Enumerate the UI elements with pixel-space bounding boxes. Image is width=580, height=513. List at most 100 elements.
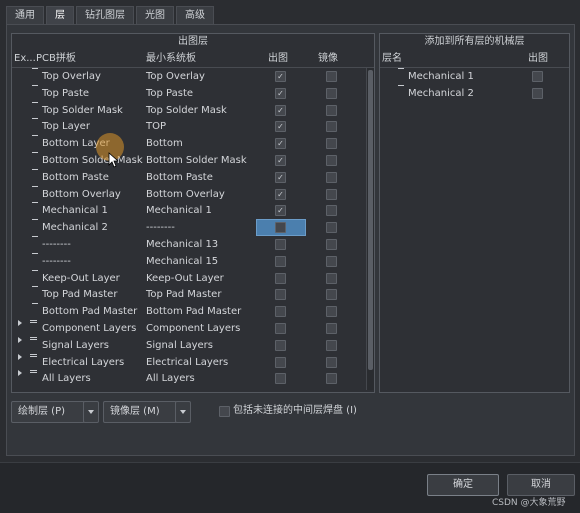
mirror-checkbox[interactable] [326,272,337,284]
plot-checkbox[interactable]: ✓ [275,71,286,82]
tab-1[interactable]: 层 [46,6,74,24]
table-row[interactable]: Signal Layers Signal Layers [12,336,364,354]
plot-checkbox[interactable] [275,339,286,351]
plot-checkbox[interactable]: ✓ [275,104,286,116]
mechanical-layer-name: Mechanical 1 [408,71,474,82]
table-row[interactable]: Electrical Layers Electrical Layers [12,353,364,371]
mirror-checkbox[interactable] [326,356,337,368]
plot-checkbox[interactable]: ✓ [275,188,286,200]
mirror-checkbox[interactable] [326,373,337,385]
ok-button[interactable]: 确定 [427,474,499,496]
table-row[interactable]: Keep-Out Layer Keep-Out Layer [12,269,364,287]
plot-checkbox[interactable]: ✓ [275,171,286,183]
pcb-layer-name: Electrical Layers [42,356,125,368]
table-row[interactable]: Top Pad Master Top Pad Master [12,286,364,303]
plot-checkbox[interactable] [275,255,286,267]
table-row[interactable]: Component Layers Component Layers [12,320,364,337]
plot-checkbox[interactable] [275,323,286,334]
plot-checkbox[interactable]: ✓ [275,87,286,99]
table-row[interactable]: Mechanical 1 [380,68,567,85]
min-layer-name: All Layers [146,373,195,385]
table-row[interactable]: Top Paste Top Paste ✓ [12,84,364,102]
plot-checkbox[interactable] [532,71,543,82]
plot-checkbox[interactable] [275,306,286,318]
mirror-checkbox[interactable] [326,188,337,200]
mirror-checkbox[interactable] [326,71,337,82]
min-layer-name: Component Layers [146,323,241,334]
mirror-checkbox[interactable] [326,323,337,334]
plot-checkbox[interactable] [275,272,286,284]
tab-2[interactable]: 钻孔图层 [76,6,134,24]
plot-checkbox[interactable]: ✓ [275,155,286,166]
plot-checkbox[interactable] [275,356,286,368]
tab-3[interactable]: 光图 [136,6,174,24]
plot-checkbox[interactable] [275,239,286,250]
pcb-layer-name: -------- [42,255,71,267]
plot-checkbox[interactable]: ✓ [275,138,286,150]
table-row[interactable]: Top Solder Mask Top Solder Mask ✓ [12,101,364,119]
plot-layers-dropdown[interactable] [83,401,99,423]
plot-checkbox[interactable]: ✓ [275,205,286,217]
table-row[interactable]: Mechanical 2 -------- [12,219,364,237]
table-row[interactable]: Bottom Paste Bottom Paste ✓ [12,168,364,186]
ok-label: 确定 [453,479,473,490]
table-row[interactable]: Mechanical 2 [380,85,567,102]
table-row[interactable]: Top Layer TOP ✓ [12,118,364,135]
plot-checkbox[interactable] [275,289,286,301]
mirror-checkbox[interactable] [326,104,337,116]
cancel-button[interactable]: 取消 [507,474,575,496]
plot-checkbox[interactable] [532,88,543,99]
mirror-layers-button[interactable]: 镜像层 (M) [103,401,177,423]
min-layer-name: Top Paste [146,87,194,99]
plot-checkbox[interactable]: ✓ [275,121,286,133]
mirror-checkbox[interactable] [326,155,337,166]
mirror-checkbox[interactable] [326,138,337,150]
mirror-checkbox[interactable] [326,255,337,267]
header-min: 最小系统板 [146,53,196,64]
table-row[interactable]: Mechanical 1 Mechanical 1 ✓ [12,202,364,219]
table-row[interactable]: -------- Mechanical 15 [12,252,364,270]
header-plot: 出图 [268,53,288,64]
table-row[interactable]: Bottom Layer Bottom ✓ [12,135,364,152]
include-unconnected-checkbox[interactable] [219,406,230,417]
table-row[interactable]: Bottom Solder Mask Bottom Solder Mask ✓ [12,152,364,169]
mirror-checkbox[interactable] [326,222,337,234]
table-row[interactable]: Top Overlay Top Overlay ✓ [12,68,364,85]
min-layer-name: Mechanical 13 [146,239,219,250]
mirror-checkbox[interactable] [326,239,337,250]
expand-arrow-icon[interactable] [18,336,22,343]
mirror-checkbox[interactable] [326,205,337,217]
header-mirror: 镜像 [318,53,338,64]
table-row[interactable]: All Layers All Layers [12,370,364,387]
pcb-layer-name: Bottom Solder Mask [42,155,143,166]
expand-arrow-icon[interactable] [18,320,22,326]
plot-checkbox[interactable] [275,222,286,234]
table-row[interactable]: Bottom Pad Master Bottom Pad Master [12,303,364,320]
mouse-cursor-icon [108,152,118,168]
cancel-label: 取消 [531,479,551,490]
plot-checkbox[interactable] [275,373,286,385]
table-row[interactable]: Bottom Overlay Bottom Overlay ✓ [12,185,364,203]
plot-layers-button[interactable]: 绘制层 (P) [11,401,85,423]
mirror-checkbox[interactable] [326,339,337,351]
mirror-checkbox[interactable] [326,289,337,301]
min-layer-name: Mechanical 1 [146,205,212,217]
mirror-checkbox[interactable] [326,87,337,99]
mirror-checkbox[interactable] [326,171,337,183]
mirror-layers-dropdown[interactable] [175,401,191,423]
tab-0[interactable]: 通用 [6,6,44,24]
tab-4[interactable]: 高级 [176,6,214,24]
header-ex: Ex... [14,53,36,64]
pcb-layer-name: Top Paste [42,87,90,99]
mechanical-layers-title: 添加到所有层的机械层 [424,36,525,47]
pcb-layer-name: Keep-Out Layer [42,272,120,284]
expand-arrow-icon[interactable] [18,370,22,377]
scrollbar-thumb[interactable] [368,70,373,370]
mechanical-layers-header: 层名 出图 [380,51,569,68]
plot-layers-scrollbar[interactable] [366,68,374,390]
table-row[interactable]: -------- Mechanical 13 [12,236,364,253]
mirror-checkbox[interactable] [326,306,337,318]
mirror-checkbox[interactable] [326,121,337,133]
include-unconnected-label: 包括未连接的中间层焊盘 (I) [233,405,357,416]
expand-arrow-icon[interactable] [18,353,22,360]
